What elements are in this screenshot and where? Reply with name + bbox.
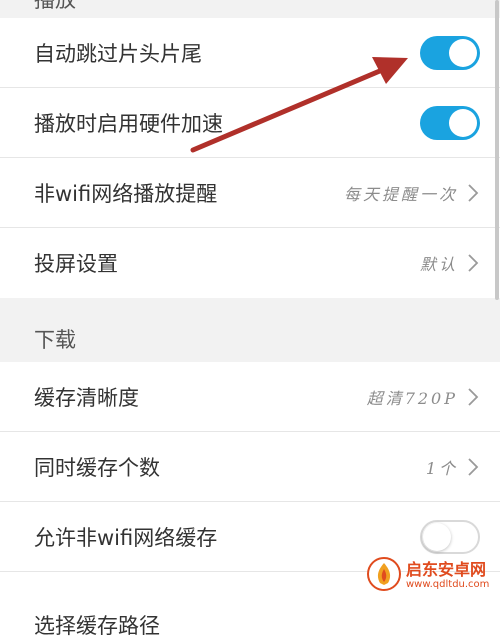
setting-auto-skip[interactable]: 自动跳过片头片尾	[0, 18, 500, 88]
setting-simultaneous-cache[interactable]: 同时缓存个数 1个	[0, 432, 500, 502]
auto-skip-toggle[interactable]	[420, 36, 480, 70]
setting-hardware-acceleration[interactable]: 播放时启用硬件加速	[0, 88, 500, 158]
toggle-knob	[423, 523, 451, 551]
setting-label: 非wifi网络播放提醒	[34, 182, 218, 206]
chevron-right-icon	[468, 184, 479, 202]
chevron-right-icon	[468, 458, 479, 476]
watermark-logo-icon	[367, 557, 401, 591]
setting-label: 投屏设置	[34, 252, 118, 276]
section-header-playback: 播放	[0, 0, 500, 18]
setting-label: 允许非wifi网络缓存	[34, 526, 218, 550]
setting-cast[interactable]: 投屏设置 默认	[0, 228, 500, 298]
watermark-title: 启东安卓网	[406, 560, 487, 579]
chevron-right-icon	[468, 254, 479, 272]
hardware-acceleration-toggle[interactable]	[420, 106, 480, 140]
setting-label: 缓存清晰度	[34, 386, 139, 410]
allow-non-wifi-cache-toggle[interactable]	[420, 520, 480, 554]
chevron-right-icon	[468, 388, 479, 406]
watermark: 启东安卓网 www.qdltdu.com	[366, 552, 494, 598]
setting-value: 默认	[419, 255, 458, 274]
setting-label: 同时缓存个数	[34, 456, 160, 480]
setting-non-wifi-reminder[interactable]: 非wifi网络播放提醒 每天提醒一次	[0, 158, 500, 228]
toggle-knob	[449, 109, 477, 137]
setting-label: 选择缓存路径	[34, 614, 160, 638]
setting-value: 超清720P	[366, 389, 458, 408]
scrollbar[interactable]	[495, 0, 499, 300]
setting-label: 播放时启用硬件加速	[34, 112, 223, 136]
watermark-url: www.qdltdu.com	[406, 579, 490, 590]
setting-label: 自动跳过片头片尾	[34, 42, 202, 66]
setting-value: 每天提醒一次	[343, 185, 458, 204]
setting-value: 1个	[425, 459, 458, 478]
setting-cache-quality[interactable]: 缓存清晰度 超清720P	[0, 362, 500, 432]
section-header-download: 下载	[0, 298, 500, 362]
toggle-knob	[449, 39, 477, 67]
